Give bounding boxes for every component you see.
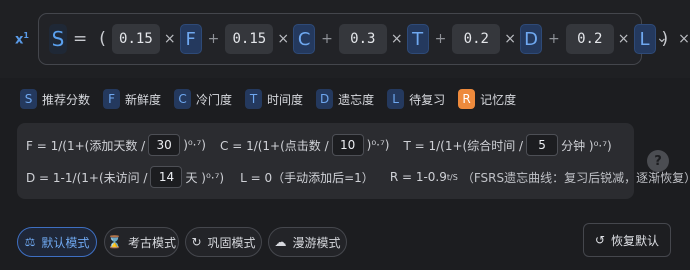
- legend-badge: T: [245, 89, 263, 109]
- undo-icon: ↺: [594, 233, 606, 247]
- var-s: S: [49, 24, 67, 54]
- legend-badge: D: [316, 89, 334, 109]
- legend-badge: S: [20, 89, 37, 109]
- var-t: T: [406, 24, 429, 54]
- mode-label: 漫游模式: [292, 235, 341, 250]
- mode-roam-button[interactable]: ☁ 漫游模式: [268, 227, 347, 257]
- t-formula-prefix: T = 1/(1+(综合时间 /: [403, 138, 524, 153]
- times-sign: ×: [163, 31, 176, 47]
- mode-label: 默认模式: [41, 235, 90, 250]
- var-f: F: [179, 24, 202, 54]
- l-formula: L = 0（手动添加后=1）: [240, 170, 374, 185]
- c-formula-suffix: )⁰·⁷): [366, 138, 390, 152]
- weight-d-input[interactable]: 0.2: [452, 24, 501, 54]
- f-days-input[interactable]: 30: [148, 134, 181, 156]
- legend-badge: R: [458, 89, 476, 109]
- c-formula-prefix: C = 1/(1+(点击数 /: [220, 138, 329, 153]
- mode-label: 巩固模式: [207, 235, 256, 250]
- legend-label: 冷门度: [196, 92, 233, 107]
- legend-item-f: F 新鲜度: [103, 89, 161, 109]
- recommend-formula-panel: x1 S = ( 0.15 × F + 0.15 × C + 0.3 × T +…: [0, 0, 690, 270]
- mode-consolidate-button[interactable]: ↻ 巩固模式: [185, 227, 262, 257]
- plus-sign: +: [321, 31, 333, 47]
- legend-label: 待复习: [409, 92, 446, 107]
- t-formula-suffix: 分钟 )⁰·⁷): [561, 138, 612, 153]
- times-sign: ×: [617, 31, 630, 47]
- mode-label: 考古模式: [127, 235, 176, 250]
- legend-item-r: R 记忆度: [458, 89, 516, 109]
- legend-badge: C: [174, 89, 192, 109]
- d-formula-prefix: D = 1-1/(1+(未访问 /: [26, 170, 148, 185]
- parameter-panel: F = 1/(1+(添加天数 / 30 )⁰·⁷) C = 1/(1+(点击数 …: [17, 123, 690, 199]
- scale-icon: ⚖: [24, 235, 36, 249]
- times-sign: ×: [390, 31, 403, 47]
- legend-label: 推荐分数: [42, 92, 91, 107]
- refresh-icon: ↻: [191, 235, 202, 249]
- help-icon[interactable]: ?: [647, 150, 669, 172]
- legend-item-s: S 推荐分数: [20, 89, 90, 109]
- formula-bar: x1 S = ( 0.15 × F + 0.15 × C + 0.3 × T +…: [0, 0, 690, 78]
- f-formula-prefix: F = 1/(1+(添加天数 /: [26, 138, 146, 153]
- d-days-input[interactable]: 14: [150, 166, 183, 188]
- legend-label: 时间度: [267, 92, 304, 107]
- reset-label: 恢复默认: [611, 233, 660, 248]
- var-l: L: [633, 24, 656, 54]
- weight-l-input[interactable]: 0.2: [565, 24, 614, 54]
- legend-badge: F: [103, 89, 121, 109]
- legend-label: 记忆度: [480, 92, 517, 107]
- r-formula: R = 1-0.9: [389, 170, 447, 184]
- weight-f-input[interactable]: 0.15: [111, 24, 160, 54]
- plus-sign: +: [207, 31, 220, 47]
- left-paren: (: [99, 29, 106, 49]
- var-c: C: [293, 24, 316, 54]
- r-exponent: t/S: [446, 172, 458, 182]
- times-sign: ×: [504, 31, 517, 47]
- legend-badge: L: [387, 89, 405, 109]
- mode-default-button[interactable]: ⚖ 默认模式: [17, 227, 97, 257]
- equals-sign: =: [73, 29, 88, 49]
- legend-item-d: D 遗忘度: [316, 89, 374, 109]
- weight-c-input[interactable]: 0.15: [225, 24, 274, 54]
- var-d: D: [520, 24, 543, 54]
- f-formula-suffix: )⁰·⁷): [183, 138, 206, 152]
- legend-label: 遗忘度: [338, 92, 375, 107]
- legend-item-l: L 待复习: [387, 89, 445, 109]
- plus-sign: +: [434, 31, 447, 47]
- legend-label: 新鲜度: [125, 92, 162, 107]
- t-minutes-input[interactable]: 5: [526, 134, 559, 156]
- d-formula-suffix: 天 )⁰·⁷): [185, 170, 225, 185]
- times-sign: ×: [277, 31, 290, 47]
- param-row-1: F = 1/(1+(添加天数 / 30 )⁰·⁷) C = 1/(1+(点击数 …: [26, 134, 612, 156]
- chevron-down-icon[interactable]: ⌄: [656, 30, 668, 46]
- legend-item-t: T 时间度: [245, 89, 303, 109]
- param-row-2: D = 1-1/(1+(未访问 / 14 天 )⁰·⁷) L = 0（手动添加后…: [26, 166, 690, 188]
- reset-default-button[interactable]: ↺ 恢复默认: [583, 223, 671, 257]
- variable-legend: S 推荐分数 F 新鲜度 C 冷门度 T 时间度 D 遗忘度 L 待复习 R 记…: [20, 89, 529, 109]
- legend-item-c: C 冷门度: [174, 89, 232, 109]
- c-clicks-input[interactable]: 10: [331, 134, 364, 156]
- cloud-icon: ☁: [274, 235, 287, 249]
- hourglass-icon: ⌛: [107, 235, 122, 249]
- plus-sign: +: [548, 31, 560, 47]
- weight-t-input[interactable]: 0.3: [338, 24, 387, 54]
- times-sign: ×: [678, 31, 690, 47]
- mode-archaeology-button[interactable]: ⌛ 考古模式: [104, 227, 179, 257]
- formula-icon: x1: [15, 31, 29, 48]
- formula-display: S = ( 0.15 × F + 0.15 × C + 0.3 × T + 0.…: [38, 13, 690, 65]
